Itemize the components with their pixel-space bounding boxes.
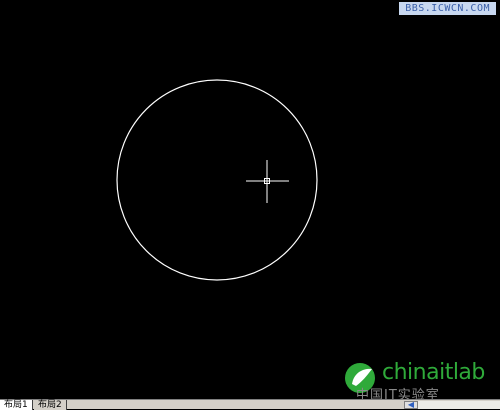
drawn-circle[interactable] [116, 79, 318, 281]
layout-tab-bar: 布局1 布局2 ◀ [0, 399, 500, 410]
horizontal-scrollbar[interactable] [418, 401, 500, 409]
arrow-left-icon[interactable]: ◀ [404, 401, 418, 409]
crosshair-cursor-icon [246, 160, 289, 203]
drawing-svg[interactable] [0, 0, 500, 399]
logo-brand: chinaitlab [382, 360, 485, 385]
drawing-canvas[interactable]: BBS.ICWCN.COM chinaitlab 中国IT实验室 [0, 0, 500, 403]
chinaitlab-logo: chinaitlab 中国IT实验室 [342, 360, 500, 403]
